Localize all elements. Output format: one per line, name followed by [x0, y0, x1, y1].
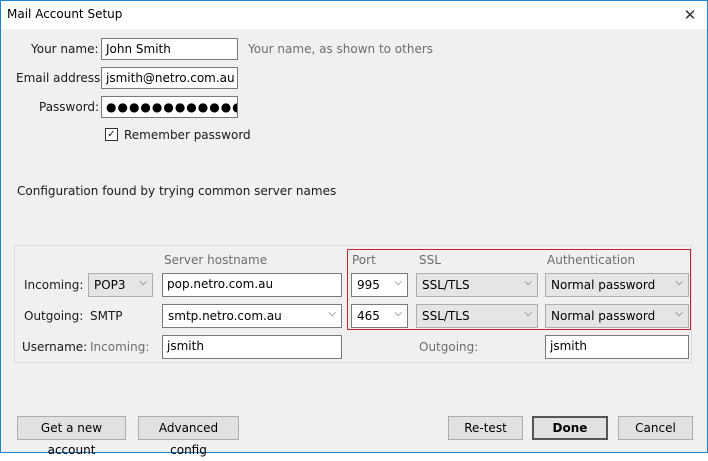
name-field[interactable]: John Smith	[101, 38, 238, 60]
cancel-button[interactable]: Cancel	[618, 416, 693, 440]
header-authentication: Authentication	[547, 253, 636, 267]
outgoing-port-value: 465	[357, 309, 380, 323]
close-icon: ✕	[683, 6, 697, 24]
chevron-down-icon: ⌵	[675, 277, 683, 288]
outgoing-port-select[interactable]: 465 ⌵	[351, 304, 408, 328]
password-mask: ●●●●●●●●●●●●●●●●●	[106, 100, 237, 114]
incoming-port-select[interactable]: 995 ⌵	[351, 273, 408, 297]
outgoing-auth-select[interactable]: Normal password ⌵	[545, 304, 689, 328]
outgoing-ssl-select[interactable]: SSL/TLS ⌵	[416, 304, 538, 328]
title-bar: Mail Account Setup ✕	[1, 1, 707, 29]
header-ssl: SSL	[419, 253, 441, 267]
remember-password-checkbox[interactable]: ✓	[105, 128, 118, 141]
incoming-hostname-field[interactable]: pop.netro.com.au	[162, 273, 342, 297]
username-incoming-label: Incoming:	[90, 340, 150, 354]
username-label: Username:	[22, 340, 88, 354]
incoming-auth-value: Normal password	[551, 278, 656, 292]
chevron-down-icon: ⌵	[394, 277, 402, 288]
chevron-down-icon: ⌵	[394, 308, 402, 319]
name-hint: Your name, as shown to others	[248, 42, 434, 56]
incoming-ssl-value: SSL/TLS	[422, 278, 470, 292]
retest-button[interactable]: Re-test	[448, 416, 523, 440]
incoming-username-field[interactable]: jsmith	[162, 335, 342, 359]
mail-account-setup-dialog: Mail Account Setup ✕ Your name: John Smi…	[0, 0, 708, 457]
email-field[interactable]: jsmith@netro.com.au	[101, 67, 238, 89]
outgoing-ssl-value: SSL/TLS	[422, 309, 470, 323]
done-button[interactable]: Done	[532, 416, 608, 440]
remember-password-label: Remember password	[124, 128, 251, 142]
incoming-protocol-value: POP3	[94, 278, 126, 292]
incoming-ssl-select[interactable]: SSL/TLS ⌵	[416, 273, 538, 297]
chevron-down-icon: ⌵	[328, 308, 336, 319]
outgoing-hostname-select[interactable]: smtp.netro.com.au ⌵	[162, 304, 342, 328]
close-button[interactable]: ✕	[673, 1, 707, 29]
outgoing-auth-value: Normal password	[551, 309, 656, 323]
password-field[interactable]: ●●●●●●●●●●●●●●●●●	[101, 96, 238, 118]
header-port: Port	[352, 253, 376, 267]
email-label: Email address:	[16, 71, 105, 85]
incoming-port-value: 995	[357, 278, 380, 292]
password-label: Password:	[39, 100, 100, 114]
outgoing-label: Outgoing:	[24, 309, 84, 323]
get-new-account-button[interactable]: Get a new account	[17, 416, 126, 457]
chevron-down-icon: ⌵	[139, 277, 147, 288]
name-label: Your name:	[31, 42, 99, 56]
outgoing-hostname-value: smtp.netro.com.au	[168, 309, 282, 323]
status-text: Configuration found by trying common ser…	[17, 184, 337, 198]
outgoing-protocol: SMTP	[90, 309, 123, 323]
header-server-hostname: Server hostname	[164, 253, 268, 267]
chevron-down-icon: ⌵	[524, 277, 532, 288]
advanced-config-button[interactable]: Advanced config	[138, 416, 239, 457]
window-title: Mail Account Setup	[7, 7, 123, 21]
checkmark-icon: ✓	[107, 129, 116, 140]
incoming-label: Incoming:	[24, 278, 84, 292]
username-outgoing-label: Outgoing:	[419, 340, 479, 354]
incoming-auth-select[interactable]: Normal password ⌵	[545, 273, 689, 297]
chevron-down-icon: ⌵	[675, 308, 683, 319]
outgoing-username-field[interactable]: jsmith	[545, 335, 689, 359]
chevron-down-icon: ⌵	[524, 308, 532, 319]
incoming-protocol-select[interactable]: POP3 ⌵	[88, 273, 153, 297]
